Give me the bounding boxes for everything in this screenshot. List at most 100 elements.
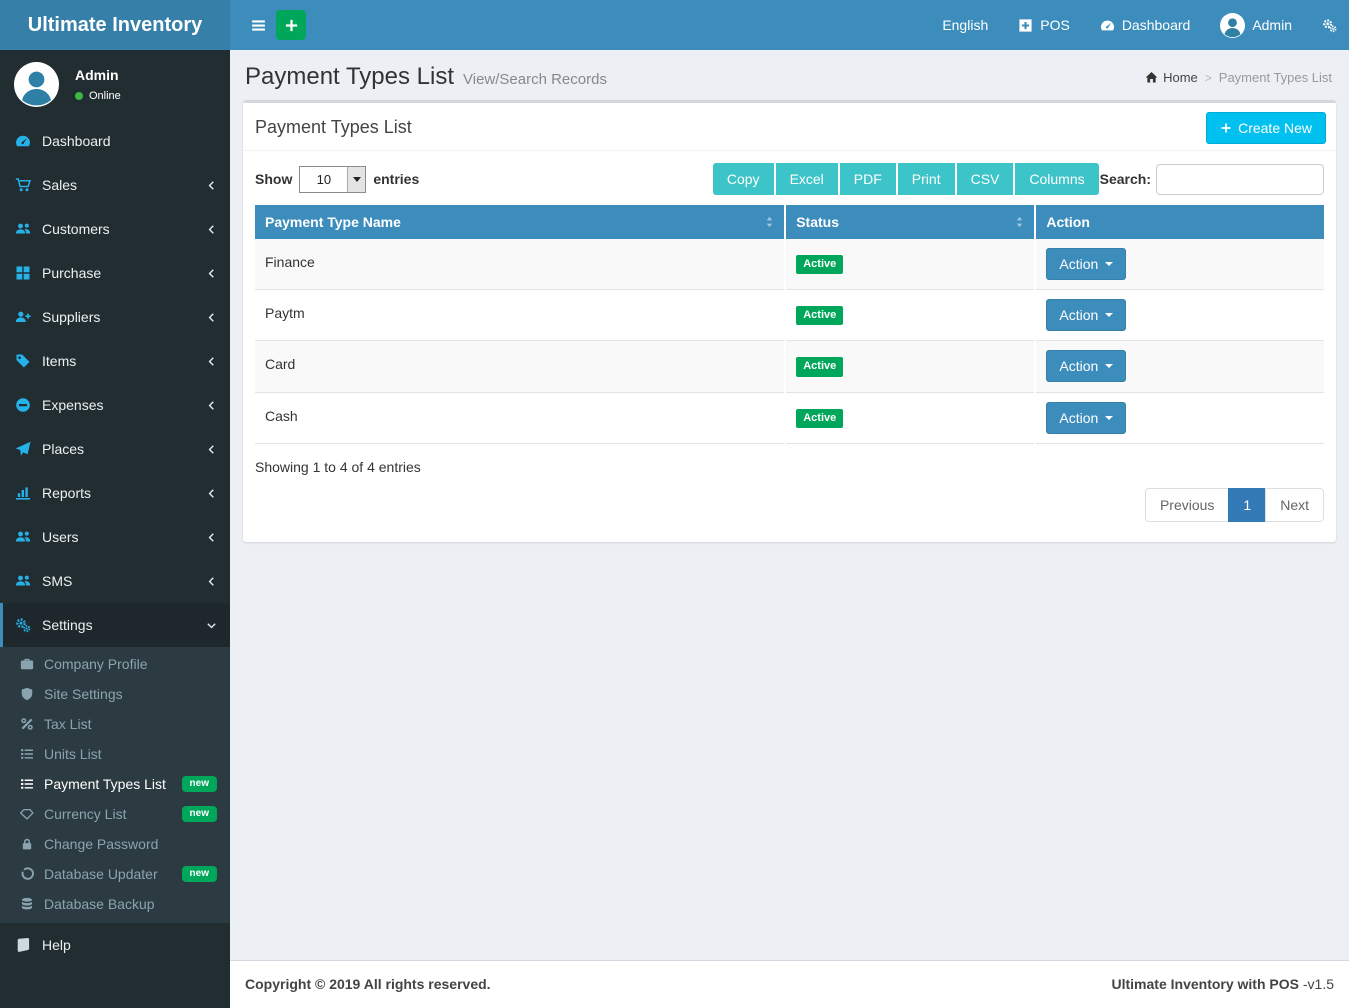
dashboard-label: Dashboard: [1122, 17, 1191, 33]
sidebar-subitem-tax-list[interactable]: Tax List: [0, 709, 230, 739]
export-columns-button[interactable]: Columns: [1015, 163, 1098, 195]
search-input[interactable]: [1156, 164, 1324, 195]
content-area: Payment Types List View/Search Records H…: [230, 50, 1349, 960]
online-status-dot: [75, 92, 83, 100]
quick-add-button[interactable]: [276, 10, 306, 40]
online-status-label: Online: [89, 90, 121, 102]
sidebar-subitem-units-list[interactable]: Units List: [0, 739, 230, 769]
copyright-text: Copyright © 2019 All rights reserved.: [245, 976, 491, 992]
sidebar-subitem-change-password[interactable]: Change Password: [0, 829, 230, 859]
nav-pos[interactable]: POS: [1018, 17, 1070, 33]
sidebar-item-places[interactable]: Places: [0, 427, 230, 471]
chevron-left-icon: [206, 180, 217, 191]
breadcrumb-home-link[interactable]: Home: [1145, 70, 1198, 85]
pagination-next-button[interactable]: Next: [1265, 488, 1324, 522]
action-dropdown-button[interactable]: Action: [1046, 248, 1126, 280]
column-header-label: Payment Type Name: [265, 214, 401, 230]
action-cell: Action: [1035, 290, 1324, 341]
sidebar-item-label: Reports: [42, 485, 91, 501]
user-name: Admin: [75, 67, 121, 83]
column-header-payment-type-name[interactable]: Payment Type Name: [255, 205, 785, 239]
cogs-icon: [15, 617, 31, 633]
sidebar-item-label: Payment Types List: [44, 776, 166, 792]
export-copy-button[interactable]: Copy: [713, 163, 774, 195]
action-button-label: Action: [1059, 307, 1098, 323]
table-row-card: CardActiveAction: [255, 341, 1324, 392]
chevron-left-icon: [206, 356, 217, 367]
sidebar-item-label: Sales: [42, 177, 77, 193]
payment-type-name-cell: Cash: [255, 392, 785, 443]
action-dropdown-button[interactable]: Action: [1046, 299, 1126, 331]
sidebar-item-label: Currency List: [44, 806, 126, 822]
sidebar-item-label: Site Settings: [44, 686, 123, 702]
percent-icon: [20, 717, 34, 731]
sidebar-item-reports[interactable]: Reports: [0, 471, 230, 515]
page-length-select[interactable]: 10: [299, 166, 366, 193]
sidebar-item-label: Expenses: [42, 397, 103, 413]
users-icon: [15, 529, 31, 545]
sidebar-subitem-site-settings[interactable]: Site Settings: [0, 679, 230, 709]
create-new-button[interactable]: Create New: [1206, 112, 1326, 144]
sidebar-subitem-currency-list[interactable]: Currency List new: [0, 799, 230, 829]
cart-icon: [15, 177, 31, 193]
sidebar-item-expenses[interactable]: Expenses: [0, 383, 230, 427]
caret-down-icon: [1105, 313, 1113, 321]
panel-title: Payment Types List: [255, 117, 412, 137]
export-csv-button[interactable]: CSV: [957, 163, 1014, 195]
briefcase-icon: [20, 657, 34, 671]
settings-submenu: Company Profile Site Settings Tax ListUnit…: [0, 647, 230, 923]
action-cell: Action: [1035, 239, 1324, 290]
pagination-page-1-button[interactable]: 1: [1228, 488, 1266, 522]
chevron-left-icon: [206, 400, 217, 411]
chevron-left-icon: [206, 268, 217, 279]
nav-language[interactable]: English: [942, 17, 988, 33]
user-plus-icon: [15, 309, 31, 325]
plus-icon: [1220, 122, 1232, 134]
sidebar-item-help[interactable]: Help: [0, 923, 230, 967]
nav-dashboard[interactable]: Dashboard: [1100, 17, 1191, 33]
export-print-button[interactable]: Print: [898, 163, 955, 195]
sidebar-item-sms[interactable]: SMS: [0, 559, 230, 603]
sidebar-user-panel: Admin Online: [0, 50, 230, 119]
action-dropdown-button[interactable]: Action: [1046, 350, 1126, 382]
sidebar-item-label: Settings: [42, 617, 93, 633]
nav-user-menu[interactable]: Admin: [1220, 13, 1292, 38]
action-dropdown-button[interactable]: Action: [1046, 402, 1126, 434]
chevron-left-icon: [206, 532, 217, 543]
export-pdf-button[interactable]: PDF: [840, 163, 896, 195]
tachometer-icon: [15, 133, 31, 149]
pagination-previous-button[interactable]: Previous: [1145, 488, 1229, 522]
page-subtitle: View/Search Records: [463, 71, 607, 88]
sidebar-subitem-database-updater[interactable]: Database Updaternew: [0, 859, 230, 889]
sidebar-item-items[interactable]: Items: [0, 339, 230, 383]
sidebar-item-label: Users: [42, 529, 79, 545]
action-cell: Action: [1035, 392, 1324, 443]
new-badge: new: [182, 806, 217, 822]
circle-notch-icon: [20, 867, 34, 881]
sidebar-subitem-company-profile[interactable]: Company Profile: [0, 649, 230, 679]
sidebar-item-settings[interactable]: Settings: [0, 603, 230, 647]
sidebar-item-users[interactable]: Users: [0, 515, 230, 559]
nav-settings[interactable]: [1322, 18, 1337, 33]
brand-logo[interactable]: Ultimate Inventory: [0, 0, 230, 50]
sidebar-item-suppliers[interactable]: Suppliers: [0, 295, 230, 339]
sidebar-item-label: Places: [42, 441, 84, 457]
export-button-group: CopyExcelPDFPrintCSVColumns: [713, 163, 1099, 195]
export-excel-button[interactable]: Excel: [776, 163, 838, 195]
sidebar-item-label: SMS: [42, 573, 72, 589]
sidebar-item-sales[interactable]: Sales: [0, 163, 230, 207]
home-icon: [1145, 71, 1158, 84]
gears-icon: [1322, 18, 1337, 33]
sidebar-menu: Dashboard Sales CustomersPurchaseSuppliers…: [0, 119, 230, 967]
sidebar-subitem-payment-types-list[interactable]: Payment Types Listnew: [0, 769, 230, 799]
column-header-status[interactable]: Status: [785, 205, 1035, 239]
sidebar-item-customers[interactable]: Customers: [0, 207, 230, 251]
table-controls: Show 10 entries CopyExcelPDFPrintCSVColu…: [255, 163, 1324, 195]
payment-types-panel: Payment Types List Create New Show 10 en…: [243, 100, 1336, 542]
sidebar-toggle-button[interactable]: [240, 0, 276, 50]
action-cell: Action: [1035, 341, 1324, 392]
sidebar-subitem-database-backup[interactable]: Database Backup: [0, 889, 230, 919]
sidebar-item-dashboard[interactable]: Dashboard: [0, 119, 230, 163]
page-footer: Copyright © 2019 All rights reserved. Ul…: [230, 960, 1349, 1008]
sidebar-item-purchase[interactable]: Purchase: [0, 251, 230, 295]
